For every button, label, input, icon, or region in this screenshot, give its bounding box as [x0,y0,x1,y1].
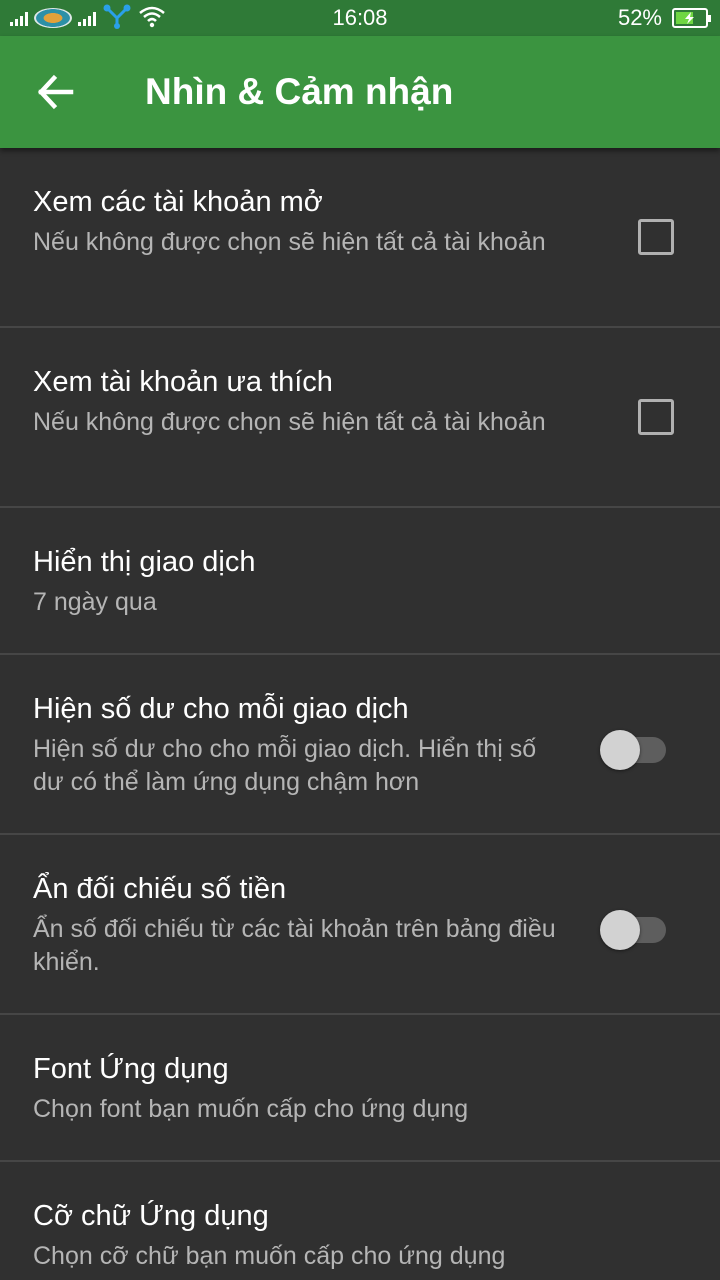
open-accounts-checkbox[interactable] [638,219,674,255]
setting-text: Hiện số dư cho mỗi giao dịch Hiện số dư … [33,691,573,799]
setting-title: Cỡ chữ Ứng dụng [33,1200,269,1232]
setting-favorite-accounts[interactable]: Xem tài khoản ưa thích Nếu không được ch… [0,328,720,508]
hide-reconcile-switch[interactable] [600,905,666,950]
setting-title: Xem các tài khoản mở [33,186,323,218]
setting-text: Hiển thị giao dịch 7 ngày qua [33,544,673,619]
status-icons-right: 52% [617,0,711,36]
back-button[interactable] [22,60,86,124]
setting-summary: Nếu không được chọn sẽ hiện tất cả tài k… [33,408,546,436]
setting-title: Ẩn đối chiếu số tiền [33,873,287,905]
setting-text: Font Ứng dụng Chọn font bạn muốn cấp cho… [33,1051,673,1126]
show-balance-switch[interactable] [600,725,666,770]
setting-summary: Hiện số dư cho cho mỗi giao dịch. Hiển t… [33,735,537,796]
settings-list: Xem các tài khoản mở Nếu không được chọn… [0,148,720,1280]
status-bar: 16:08 52% [0,0,720,36]
status-time: 16:08 [332,5,388,30]
setting-title: Hiển thị giao dịch [33,546,256,578]
switch-thumb [600,910,640,950]
setting-title: Hiện số dư cho mỗi giao dịch [33,693,409,725]
setting-summary: Nếu không được chọn sẽ hiện tất cả tài k… [33,228,546,256]
battery-percent: 52% [617,5,662,30]
setting-text: Cỡ chữ Ứng dụng Chọn cỡ chữ bạn muốn cấp… [33,1198,673,1273]
setting-app-font[interactable]: Font Ứng dụng Chọn font bạn muốn cấp cho… [0,1015,720,1162]
arrow-left-icon [37,74,74,110]
setting-open-accounts[interactable]: Xem các tài khoản mở Nếu không được chọn… [0,148,720,328]
setting-text: Xem tài khoản ưa thích Nếu không được ch… [33,364,553,439]
page-title: Nhìn & Cảm nhận [145,71,454,112]
setting-summary: Ẩn số đối chiếu từ các tài khoản trên bả… [33,915,556,976]
setting-title: Font Ứng dụng [33,1053,229,1085]
setting-show-balance[interactable]: Hiện số dư cho mỗi giao dịch Hiện số dư … [0,655,720,835]
setting-summary: Chọn font bạn muốn cấp cho ứng dụng [33,1095,469,1123]
app-bar: Nhìn & Cảm nhận [0,36,720,148]
setting-text: Ẩn đối chiếu số tiền Ẩn số đối chiếu từ … [33,871,573,979]
setting-summary: Chọn cỡ chữ bạn muốn cấp cho ứng dụng [33,1242,506,1270]
battery-charging-icon [672,8,711,28]
switch-thumb [600,730,640,770]
setting-summary: 7 ngày qua [33,588,157,616]
setting-app-font-size[interactable]: Cỡ chữ Ứng dụng Chọn cỡ chữ bạn muốn cấp… [0,1162,720,1280]
favorite-accounts-checkbox[interactable] [638,399,674,435]
setting-title: Xem tài khoản ưa thích [33,366,333,398]
setting-text: Xem các tài khoản mở Nếu không được chọn… [33,184,553,259]
setting-hide-reconcile[interactable]: Ẩn đối chiếu số tiền Ẩn số đối chiếu từ … [0,835,720,1015]
setting-show-transactions[interactable]: Hiển thị giao dịch 7 ngày qua [0,508,720,655]
